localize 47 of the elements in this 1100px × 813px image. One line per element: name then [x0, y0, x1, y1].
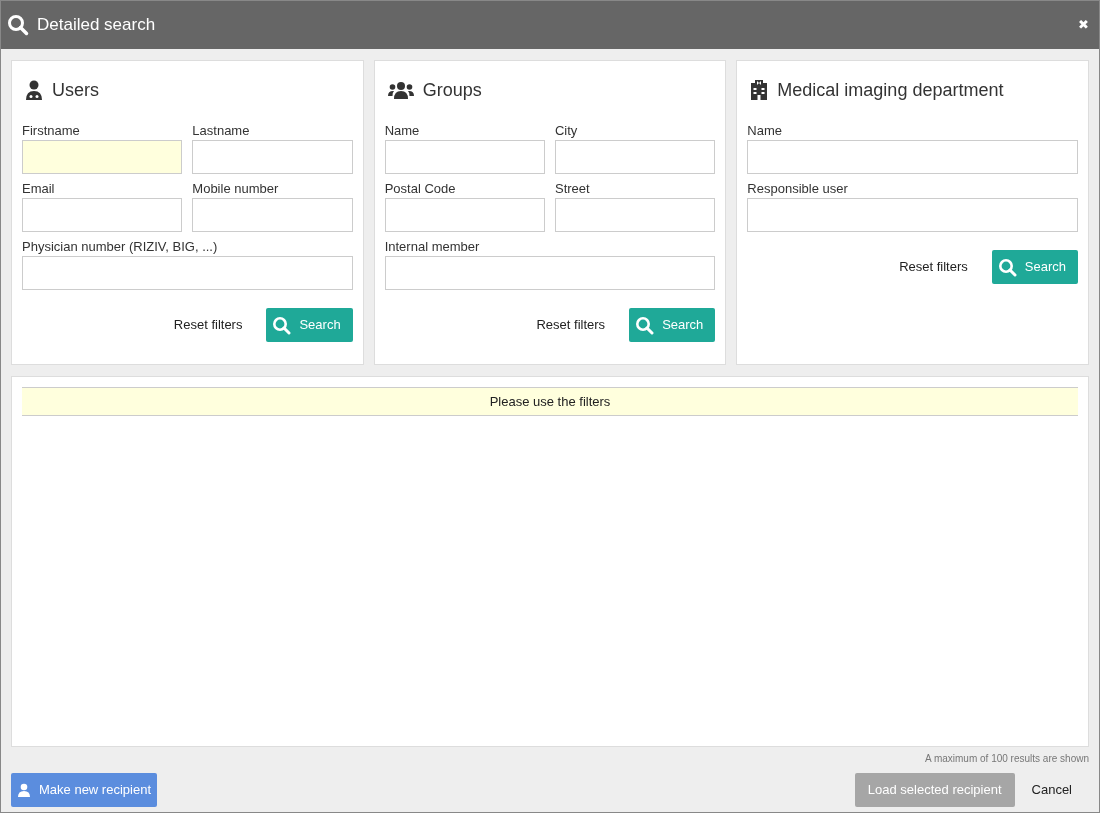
search-icon [997, 257, 1017, 277]
window-title: Detailed search [37, 14, 156, 37]
input-field[interactable] [22, 198, 183, 232]
search-button[interactable]: Search [266, 308, 353, 342]
field-label: Physician number (RIZIV, BIG, ...) [22, 238, 219, 255]
results-limit-note: A maximum of 100 results are shown [925, 752, 1089, 766]
input-field[interactable] [384, 256, 716, 290]
field-label: Responsible user [747, 180, 849, 197]
input-field[interactable] [555, 198, 716, 232]
search-icon [272, 315, 292, 335]
field-label: Name [747, 122, 783, 139]
empty-results-message: Please use the filters [22, 387, 1078, 416]
input-field[interactable] [22, 256, 353, 290]
input-field[interactable] [384, 198, 545, 232]
panel-title: Medical imaging department [777, 78, 1004, 102]
input-field[interactable] [555, 140, 716, 174]
field-label: Internal member [384, 238, 481, 255]
field-label: Street [555, 180, 591, 197]
reset-filters-button[interactable]: Reset filters [171, 308, 245, 342]
input-field[interactable] [747, 140, 1078, 174]
input-field[interactable] [747, 198, 1078, 232]
cancel-button[interactable]: Cancel [1014, 773, 1089, 807]
make-new-recipient-button[interactable]: Make new recipient [11, 773, 157, 807]
field-label: Lastname [192, 122, 251, 139]
search-button[interactable]: Search [991, 250, 1078, 284]
field-label: Name [384, 122, 421, 139]
field-label: Firstname [22, 122, 81, 139]
hospital-icon [750, 80, 769, 100]
search-button[interactable]: Search [629, 308, 716, 342]
reset-filters-button[interactable]: Reset filters [897, 250, 970, 284]
person-icon [17, 783, 31, 797]
group-icon [387, 81, 414, 99]
input-field[interactable] [192, 198, 353, 232]
field-label: Email [22, 180, 56, 197]
input-field[interactable] [384, 140, 545, 174]
search-icon [635, 315, 655, 335]
field-label: City [555, 122, 579, 139]
field-label: Postal Code [384, 180, 457, 197]
panel-title: Users [52, 78, 99, 102]
doctor-icon [25, 80, 43, 100]
reset-filters-button[interactable]: Reset filters [534, 308, 608, 342]
input-field[interactable] [22, 140, 183, 174]
panel-title: Groups [422, 78, 482, 102]
field-label: Mobile number [192, 180, 280, 197]
search-icon [7, 14, 29, 36]
close-button[interactable]: ✖ [1078, 15, 1089, 35]
input-field[interactable] [192, 140, 353, 174]
